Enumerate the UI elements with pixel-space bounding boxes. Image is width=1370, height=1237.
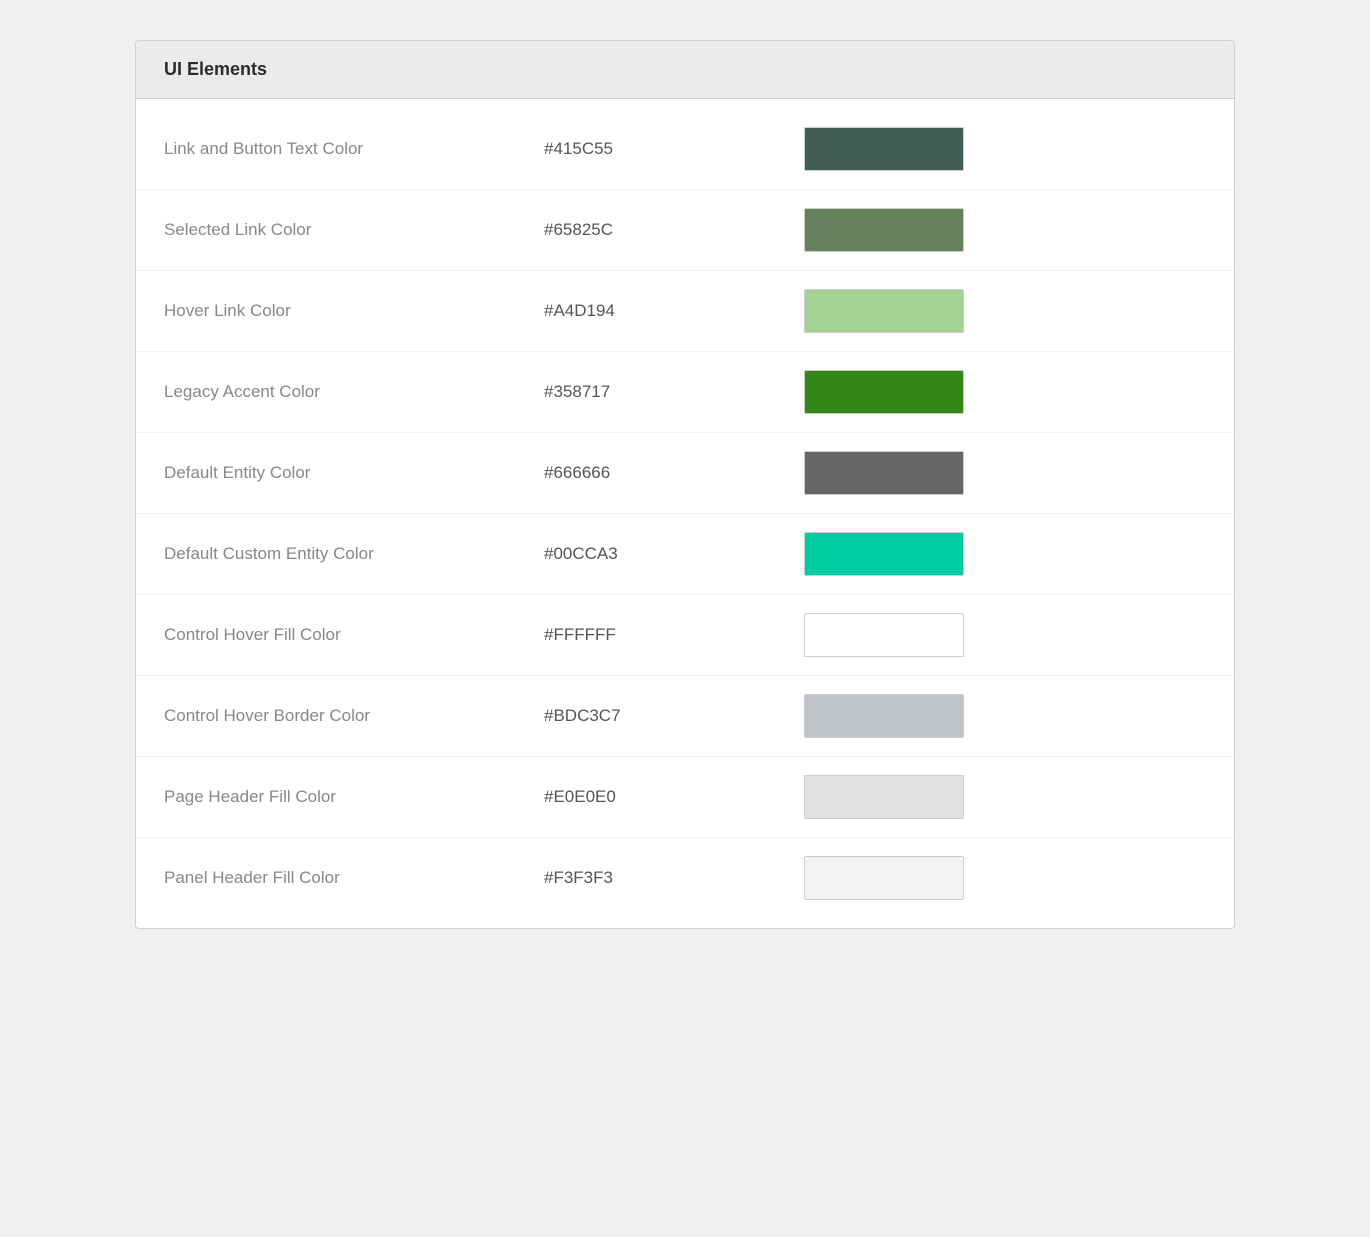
color-swatch[interactable]	[804, 694, 964, 738]
color-label: Selected Link Color	[164, 220, 544, 240]
color-label: Link and Button Text Color	[164, 139, 544, 159]
color-row[interactable]: Panel Header Fill Color#F3F3F3	[136, 838, 1234, 918]
color-label: Control Hover Border Color	[164, 706, 544, 726]
color-row[interactable]: Selected Link Color#65825C	[136, 190, 1234, 271]
color-hex: #FFFFFF	[544, 625, 804, 645]
color-swatch[interactable]	[804, 532, 964, 576]
color-swatch[interactable]	[804, 856, 964, 900]
color-hex: #A4D194	[544, 301, 804, 321]
color-row[interactable]: Legacy Accent Color#358717	[136, 352, 1234, 433]
color-swatch[interactable]	[804, 613, 964, 657]
color-swatch[interactable]	[804, 289, 964, 333]
color-swatch[interactable]	[804, 451, 964, 495]
color-hex: #65825C	[544, 220, 804, 240]
color-label: Panel Header Fill Color	[164, 868, 544, 888]
color-label: Default Entity Color	[164, 463, 544, 483]
color-hex: #E0E0E0	[544, 787, 804, 807]
color-row[interactable]: Page Header Fill Color#E0E0E0	[136, 757, 1234, 838]
color-row[interactable]: Link and Button Text Color#415C55	[136, 109, 1234, 190]
color-row[interactable]: Default Custom Entity Color#00CCA3	[136, 514, 1234, 595]
color-row[interactable]: Hover Link Color#A4D194	[136, 271, 1234, 352]
color-label: Page Header Fill Color	[164, 787, 544, 807]
color-row[interactable]: Default Entity Color#666666	[136, 433, 1234, 514]
color-swatch[interactable]	[804, 370, 964, 414]
color-hex: #358717	[544, 382, 804, 402]
color-hex: #00CCA3	[544, 544, 804, 564]
color-label: Control Hover Fill Color	[164, 625, 544, 645]
color-label: Hover Link Color	[164, 301, 544, 321]
color-label: Default Custom Entity Color	[164, 544, 544, 564]
color-hex: #666666	[544, 463, 804, 483]
color-row[interactable]: Control Hover Border Color#BDC3C7	[136, 676, 1234, 757]
color-hex: #F3F3F3	[544, 868, 804, 888]
color-hex: #415C55	[544, 139, 804, 159]
color-rows-container: Link and Button Text Color#415C55Selecte…	[136, 99, 1234, 928]
color-swatch[interactable]	[804, 775, 964, 819]
color-label: Legacy Accent Color	[164, 382, 544, 402]
color-hex: #BDC3C7	[544, 706, 804, 726]
color-row[interactable]: Control Hover Fill Color#FFFFFF	[136, 595, 1234, 676]
color-swatch[interactable]	[804, 208, 964, 252]
panel-header: UI Elements	[136, 41, 1234, 99]
ui-elements-panel: UI Elements Link and Button Text Color#4…	[135, 40, 1235, 929]
panel-title: UI Elements	[164, 59, 267, 79]
color-swatch[interactable]	[804, 127, 964, 171]
